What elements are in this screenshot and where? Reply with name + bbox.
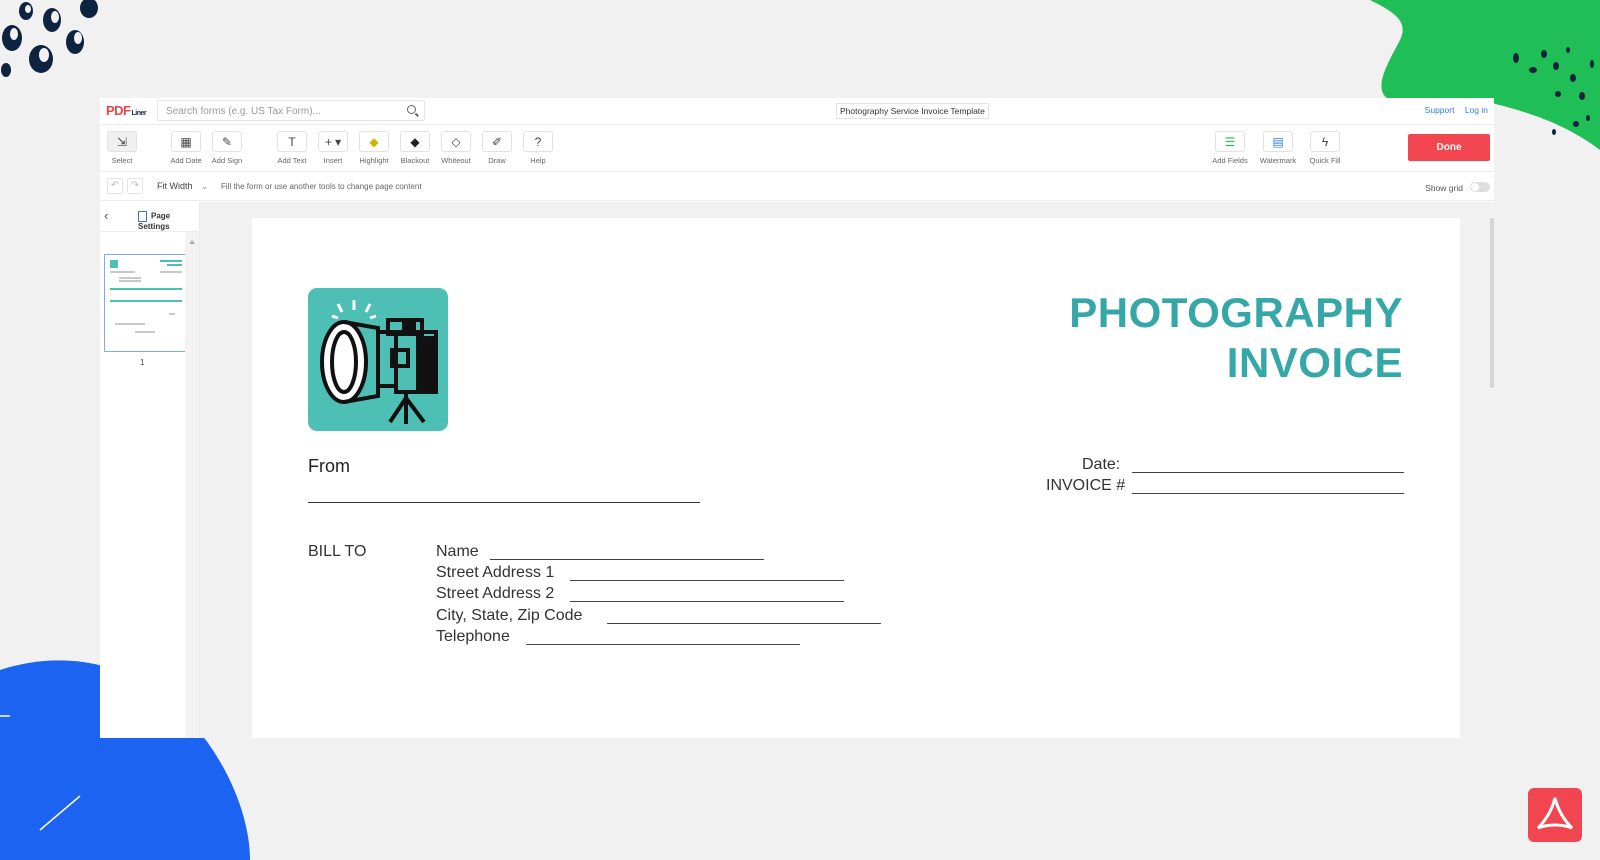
search-icon[interactable]	[407, 105, 416, 114]
top-links: Support Log in	[1417, 105, 1488, 115]
page-thumbnail[interactable]	[104, 254, 187, 352]
search-box	[157, 100, 425, 121]
tool-highlight[interactable]: ◆ Highlight	[352, 131, 396, 165]
tool-quick-fill[interactable]: ϟ Quick Fill	[1303, 131, 1347, 165]
bill-to-telephone-label: Telephone	[436, 628, 510, 645]
canvas-scrollbar[interactable]	[1490, 218, 1494, 388]
tool-label: Watermark	[1259, 156, 1297, 165]
zoom-value: Fit Width	[157, 181, 193, 191]
tool-label: Blackout	[400, 156, 430, 165]
sub-toolbar: ↶ ↷ Fit Width ⌄ Fill the form or use ano…	[100, 173, 1494, 201]
pdfliner-badge	[1528, 788, 1582, 842]
bill-to-street1-field[interactable]	[570, 580, 844, 581]
bill-to-name-field[interactable]	[490, 559, 764, 560]
cursor-icon: ⇲	[107, 131, 137, 152]
redo-icon[interactable]: ↷	[127, 178, 143, 194]
bill-to-telephone-field[interactable]	[526, 644, 800, 645]
tool-label: Whiteout	[441, 156, 471, 165]
logo-sub: Liner	[131, 110, 147, 117]
login-link[interactable]: Log in	[1465, 105, 1488, 115]
tool-help[interactable]: ? Help	[516, 131, 560, 165]
document-canvas: PHOTOGRAPHY INVOICE From Date: INVOICE #…	[200, 202, 1494, 738]
camera-logo	[308, 288, 448, 431]
tool-add-date[interactable]: ▦ Add Date	[164, 131, 208, 165]
bill-to-street2-label: Street Address 2	[436, 585, 555, 602]
tool-label: Add Text	[277, 156, 307, 165]
lightning-icon: ϟ	[1310, 131, 1340, 152]
tool-label: Insert	[323, 156, 343, 165]
date-field[interactable]	[1132, 472, 1404, 473]
logo[interactable]: PDFLiner	[106, 103, 147, 118]
show-grid-toggle[interactable]	[1470, 182, 1490, 192]
highlight-icon: ◆	[359, 131, 389, 152]
document-title: Photography Service Invoice Template	[836, 103, 989, 119]
tool-add-fields[interactable]: ☰ Add Fields	[1208, 131, 1252, 165]
tool-label: Help	[530, 156, 546, 165]
tool-blackout[interactable]: ◆ Blackout	[393, 131, 437, 165]
tool-draw[interactable]: ✐ Draw	[475, 131, 519, 165]
bill-to-city-field[interactable]	[607, 623, 881, 624]
hint-text: Fill the form or use another tools to ch…	[221, 182, 422, 191]
fields-icon: ☰	[1215, 131, 1245, 152]
from-line[interactable]	[308, 502, 700, 503]
tool-label: Select	[111, 156, 133, 165]
page-settings-icon	[138, 211, 147, 222]
tool-add-sign[interactable]: ✎ Add Sign	[205, 131, 249, 165]
zoom-select[interactable]: Fit Width ⌄	[157, 181, 209, 192]
camera-icon	[320, 300, 438, 424]
bill-to-street2-field[interactable]	[570, 601, 844, 602]
date-label: Date:	[1082, 456, 1121, 473]
show-grid-label: Show grid	[1425, 183, 1463, 193]
bill-to-city-label: City, State, Zip Code	[436, 607, 583, 624]
chevron-down-icon: ⌄	[201, 181, 209, 191]
tool-whiteout[interactable]: ◇ Whiteout	[434, 131, 478, 165]
decor-dots-top-left	[0, 0, 110, 90]
pen-icon: ✐	[482, 131, 512, 152]
tool-add-text[interactable]: T Add Text	[270, 131, 314, 165]
title-line-2: INVOICE	[1226, 339, 1403, 386]
tool-label: Draw	[488, 156, 506, 165]
logo-main: PDF	[106, 103, 131, 118]
whiteout-icon: ◇	[441, 131, 471, 152]
plus-icon: + ▾	[318, 131, 348, 152]
invoice-number-label: INVOICE #	[1046, 477, 1126, 494]
invoice-title: PHOTOGRAPHY INVOICE	[1069, 288, 1403, 388]
chevron-left-icon[interactable]: ‹	[104, 208, 108, 223]
editor-window: PDFLiner Photography Service Invoice Tem…	[100, 98, 1494, 738]
from-label: From	[308, 456, 350, 476]
support-link[interactable]: Support	[1425, 105, 1455, 115]
page-settings-button[interactable]: Page Settings	[138, 211, 199, 231]
bill-to-name-label: Name	[436, 543, 479, 560]
watermark-icon: ▤	[1263, 131, 1293, 152]
tool-label: Quick Fill	[1309, 156, 1341, 165]
tool-label: Add Date	[170, 156, 202, 165]
blackout-icon: ◆	[400, 131, 430, 152]
tool-select[interactable]: ⇲ Select	[100, 131, 144, 165]
sidebar-header: ‹ Page Settings	[100, 202, 199, 232]
bill-to-street1-label: Street Address 1	[436, 564, 555, 581]
signature-icon: ✎	[212, 131, 242, 152]
text-icon: T	[277, 131, 307, 152]
search-input[interactable]	[158, 102, 388, 121]
bill-to-label: BILL TO	[308, 543, 367, 560]
pages-sidebar: ‹ Page Settings 1	[100, 202, 200, 738]
toolbar: ⇲ Select ▦ Add Date ✎ Add Sign T Add Tex…	[100, 125, 1494, 172]
calendar-icon: ▦	[171, 131, 201, 152]
thumbnail-camera	[110, 260, 118, 268]
top-bar: PDFLiner Photography Service Invoice Tem…	[100, 98, 1494, 125]
document-page[interactable]: PHOTOGRAPHY INVOICE From Date: INVOICE #…	[252, 218, 1460, 738]
tool-insert[interactable]: + ▾ Insert	[311, 131, 355, 165]
page-number: 1	[140, 358, 145, 367]
question-icon: ?	[523, 131, 553, 152]
tool-watermark[interactable]: ▤ Watermark	[1256, 131, 1300, 165]
done-button[interactable]: Done	[1408, 134, 1490, 161]
invoice-number-field[interactable]	[1132, 493, 1404, 494]
tool-label: Add Sign	[211, 156, 243, 165]
tool-label: Add Fields	[1212, 156, 1248, 165]
title-line-1: PHOTOGRAPHY	[1069, 289, 1403, 336]
sidebar-scrollbar[interactable]	[185, 232, 199, 738]
tool-label: Highlight	[359, 156, 389, 165]
undo-icon[interactable]: ↶	[107, 178, 123, 194]
